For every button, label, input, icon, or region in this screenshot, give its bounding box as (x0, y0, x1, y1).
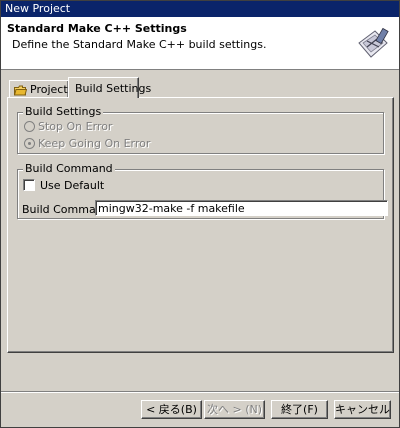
wizard-banner: Standard Make C++ Settings Define the St… (1, 17, 399, 70)
checkbox-unchecked-icon (23, 179, 35, 191)
wizard-page-title: Standard Make C++ Settings (7, 22, 187, 35)
use-default-checkbox[interactable]: Use Default (23, 179, 104, 192)
build-command-group: Build Command Use Default Build Command: (17, 163, 388, 219)
window-titlebar[interactable]: New Project (1, 1, 399, 17)
radio-checked-icon (24, 138, 35, 149)
stop-on-error-radio[interactable]: Stop On Error (24, 120, 112, 133)
wizard-page-description: Define the Standard Make C++ build setti… (12, 38, 267, 51)
radio-unchecked-icon (24, 121, 35, 132)
folder-icon (14, 85, 27, 95)
tab-build-settings-label: Build Settings (75, 82, 152, 95)
tab-projects-label: Projects (30, 83, 74, 96)
wizard-banner-icon (358, 27, 389, 58)
build-command-group-label: Build Command (23, 162, 115, 175)
next-button[interactable]: 次へ > (N) (204, 400, 265, 419)
keep-going-on-error-radio[interactable]: Keep Going On Error (24, 137, 150, 150)
stop-on-error-label: Stop On Error (38, 120, 113, 133)
button-bar-separator (1, 391, 399, 393)
cancel-button[interactable]: キャンセル (334, 400, 391, 419)
build-command-input[interactable] (95, 200, 388, 216)
build-settings-group-label: Build Settings (23, 105, 104, 118)
new-project-dialog: New Project Standard Make C++ Settings D… (0, 0, 400, 428)
use-default-label: Use Default (40, 179, 105, 192)
build-settings-group: Build Settings Stop On Error Keep Going … (17, 106, 384, 154)
finish-button[interactable]: 終了(F) (271, 400, 328, 419)
window-title: New Project (5, 2, 71, 15)
build-settings-panel: Build Settings Stop On Error Keep Going … (7, 97, 394, 353)
keep-going-on-error-label: Keep Going On Error (38, 137, 151, 150)
back-button[interactable]: < 戻る(B) (141, 400, 202, 419)
tab-build-settings[interactable]: Build Settings (68, 77, 151, 98)
